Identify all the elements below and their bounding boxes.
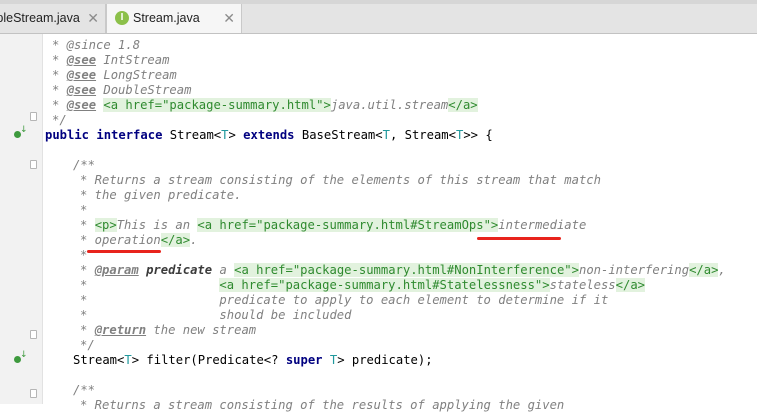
code-line: * @see LongStream — [52, 68, 177, 82]
code-line: * operation</a>. — [80, 233, 198, 247]
code-line: * <a href="package-summary.html#Stateles… — [80, 278, 646, 292]
code-line: Stream<T> filter(Predicate<? super T> pr… — [73, 353, 433, 367]
fold-end-icon[interactable] — [30, 112, 37, 121]
fold-start-icon[interactable] — [30, 160, 37, 169]
code-line: * should be included — [80, 308, 352, 322]
code-line: public interface Stream<T> extends BaseS… — [45, 128, 493, 142]
tab-simple-stream[interactable]: mpleStream.java ✕ — [0, 4, 106, 33]
editor-tab-bar: mpleStream.java ✕ I Stream.java ✕ — [0, 4, 757, 34]
code-line: * @see DoubleStream — [52, 83, 192, 97]
tab-stream-java[interactable]: I Stream.java ✕ — [106, 4, 242, 33]
code-line: * @since 1.8 — [52, 38, 141, 52]
implemented-marker-icon[interactable]: ↓ — [14, 350, 28, 364]
code-line: * predicate to apply to each element to … — [80, 293, 609, 307]
code-line: */ — [52, 113, 67, 127]
code-line: * Returns a stream consisting of the ele… — [80, 173, 601, 187]
fold-start-icon[interactable] — [30, 389, 37, 398]
code-line: * @param predicate a <a href="package-su… — [80, 263, 726, 277]
code-line: * — [80, 203, 88, 217]
red-underline-annotation — [477, 237, 561, 240]
code-line: * @return the new stream — [80, 323, 257, 337]
implemented-marker-icon[interactable]: ↓ — [14, 125, 28, 139]
close-icon[interactable]: ✕ — [223, 4, 235, 33]
tab-label: mpleStream.java — [0, 11, 80, 25]
code-line: * Returns a stream consisting of the res… — [80, 398, 565, 412]
tab-label: Stream.java — [133, 11, 200, 25]
code-line: * @see <a href="package-summary.html">ja… — [52, 98, 478, 112]
close-icon[interactable]: ✕ — [87, 4, 99, 33]
code-line: * <p>This is an <a href="package-summary… — [80, 218, 587, 232]
code-line: * the given predicate. — [80, 188, 242, 202]
interface-file-icon: I — [115, 10, 129, 25]
red-underline-annotation — [87, 250, 161, 253]
code-line: * @see IntStream — [52, 53, 170, 67]
fold-end-icon[interactable] — [30, 330, 37, 339]
code-line: /** — [73, 158, 96, 172]
editor-gutter: ↓ ↓ — [0, 34, 43, 404]
code-line: */ — [80, 338, 95, 352]
code-line: /** — [73, 383, 96, 397]
